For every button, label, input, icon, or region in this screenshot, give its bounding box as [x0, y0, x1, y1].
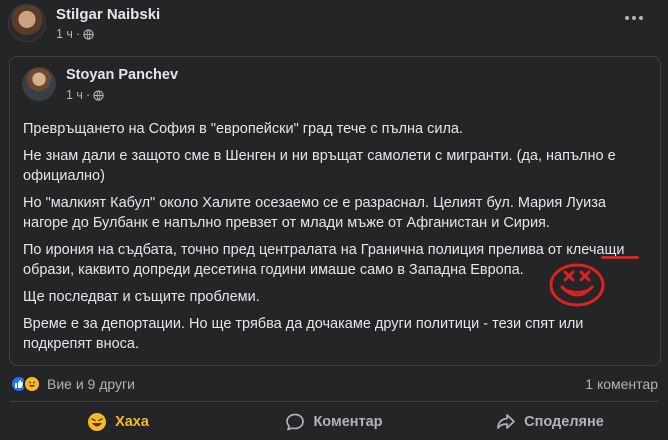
feed-post: Stilgar Naibski 1 ч · Stoyan Panchev 1 ч…	[0, 0, 668, 440]
comment-icon	[286, 413, 305, 431]
post-paragraph: Но "малкият Кабул" около Халите осезаемо…	[23, 195, 606, 231]
comment-button[interactable]: Коментар	[226, 404, 442, 440]
meta-separator: ·	[85, 88, 91, 102]
annotation-underline	[601, 256, 639, 259]
author-name[interactable]: Stilgar Naibski	[56, 6, 160, 23]
more-options-icon[interactable]	[622, 10, 646, 26]
hand-drawn-dead-face-icon	[549, 263, 605, 307]
post-actions-bar: Хаха Коментар Споделяне	[10, 404, 658, 440]
shared-post-text: Превръщането на София в "европейски" гра…	[23, 119, 643, 361]
shared-post-time[interactable]: 1 ч	[66, 88, 83, 102]
comments-count-link[interactable]: 1 коментар	[585, 376, 658, 392]
shared-author-avatar[interactable]	[22, 67, 56, 101]
shared-post-meta: 1 ч ·	[66, 88, 178, 102]
globe-icon	[93, 89, 104, 101]
post-paragraph: Време е за депортации. Но ще трябва да д…	[23, 316, 584, 352]
reaction-stats: Вие и 9 други 1 коментар	[10, 373, 658, 395]
haha-reaction-icon	[23, 375, 41, 393]
post-paragraph: Не знам дали е защото сме в Шенген и ни …	[23, 148, 616, 184]
shared-post[interactable]: Stoyan Panchev 1 ч · Превръщането на Соф…	[9, 56, 661, 366]
shared-post-header: Stoyan Panchev 1 ч ·	[22, 67, 178, 102]
share-icon	[497, 414, 516, 429]
actions-divider	[10, 401, 658, 402]
haha-reaction-icon	[88, 413, 107, 431]
share-label: Споделяне	[524, 414, 604, 430]
post-paragraph: Превръщането на София в "европейски" гра…	[23, 121, 464, 137]
post-time[interactable]: 1 ч	[56, 27, 73, 41]
post-header: Stilgar Naibski 1 ч ·	[8, 4, 160, 48]
haha-reaction-button[interactable]: Хаха	[10, 404, 226, 440]
haha-label: Хаха	[115, 414, 149, 430]
shared-author-name[interactable]: Stoyan Panchev	[66, 67, 178, 83]
globe-icon	[83, 28, 94, 40]
meta-separator: ·	[75, 27, 81, 41]
share-button[interactable]: Споделяне	[442, 404, 658, 440]
reactions-count-text[interactable]: Вие и 9 други	[47, 376, 135, 392]
author-avatar[interactable]	[8, 4, 46, 42]
post-meta: 1 ч ·	[56, 27, 160, 41]
comment-label: Коментар	[313, 414, 383, 430]
reactions-summary[interactable]: Вие и 9 други	[10, 375, 135, 393]
